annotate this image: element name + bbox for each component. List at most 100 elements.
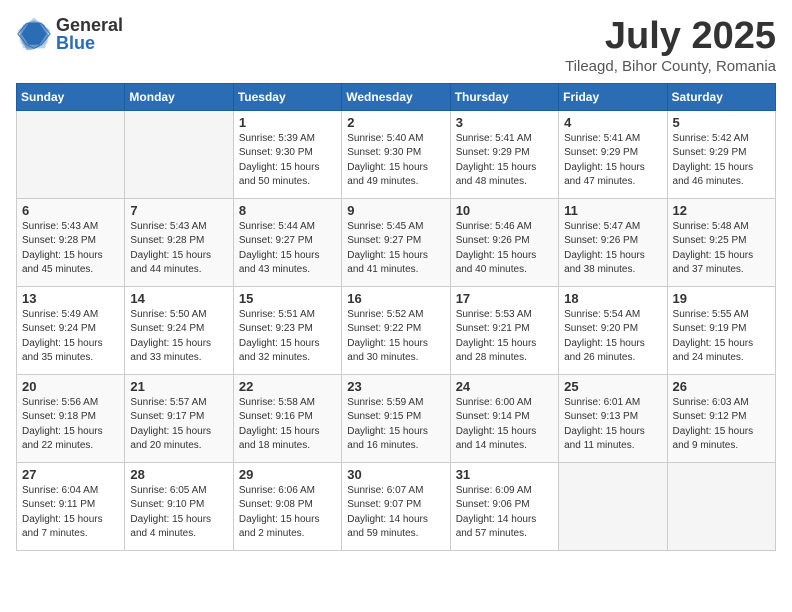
day-info: Sunrise: 5:53 AM Sunset: 9:21 PM Dayligh… <box>456 308 553 366</box>
day-number: 24 <box>456 379 553 394</box>
day-cell: 8 Sunrise: 5:44 AM Sunset: 9:27 PM Daylig… <box>233 198 341 286</box>
week-row-5: 27Sunrise: 6:04 AM Sunset: 9:11 PM Dayli… <box>17 462 776 550</box>
day-info: Sunrise: 5:49 AM Sunset: 9:24 PM Dayligh… <box>22 308 119 366</box>
day-number: 18 <box>564 291 661 306</box>
day-info: Sunrise: 5:42 AM Sunset: 9:29 PM Dayligh… <box>673 132 770 190</box>
day-cell: 19 Sunrise: 5:55 AM Sunset: 9:19 PM Dayli… <box>667 286 775 374</box>
header-row: SundayMondayTuesdayWednesdayThursdayFrid… <box>17 83 776 110</box>
day-cell: 31 Sunrise: 6:09 AM Sunset: 9:06 PM Dayli… <box>450 462 558 550</box>
day-info: Sunrise: 5:55 AM Sunset: 9:19 PM Dayligh… <box>673 308 770 366</box>
day-info: Sunrise: 6:07 AM Sunset: 9:07 PM Dayligh… <box>347 484 444 542</box>
day-info: Sunrise: 5:40 AM Sunset: 9:30 PM Dayligh… <box>347 132 444 190</box>
day-number: 26 <box>673 379 770 394</box>
col-header-saturday: Saturday <box>667 83 775 110</box>
day-info: Sunrise: 6:04 AM Sunset: 9:11 PM Dayligh… <box>22 484 119 542</box>
day-cell: 10Sunrise: 5:46 AM Sunset: 9:26 PM Dayli… <box>450 198 558 286</box>
day-info: Sunrise: 5:58 AM Sunset: 9:16 PM Dayligh… <box>239 396 336 454</box>
day-number: 20 <box>22 379 119 394</box>
day-info: Sunrise: 5:50 AM Sunset: 9:24 PM Dayligh… <box>130 308 227 366</box>
day-cell: 16Sunrise: 5:52 AM Sunset: 9:22 PM Dayli… <box>342 286 450 374</box>
day-cell: 6 Sunrise: 5:43 AM Sunset: 9:28 PM Daylig… <box>17 198 125 286</box>
day-info: Sunrise: 5:41 AM Sunset: 9:29 PM Dayligh… <box>564 132 661 190</box>
day-number: 4 <box>564 115 661 130</box>
title-block: July 2025 Tileagd, Bihor County, Romania <box>565 16 776 75</box>
day-info: Sunrise: 5:44 AM Sunset: 9:27 PM Dayligh… <box>239 220 336 278</box>
day-cell: 23 Sunrise: 5:59 AM Sunset: 9:15 PM Dayli… <box>342 374 450 462</box>
day-info: Sunrise: 5:54 AM Sunset: 9:20 PM Dayligh… <box>564 308 661 366</box>
day-number: 28 <box>130 467 227 482</box>
day-cell: 26 Sunrise: 6:03 AM Sunset: 9:12 PM Dayli… <box>667 374 775 462</box>
day-number: 13 <box>22 291 119 306</box>
day-number: 6 <box>22 203 119 218</box>
day-number: 22 <box>239 379 336 394</box>
day-info: Sunrise: 5:52 AM Sunset: 9:22 PM Dayligh… <box>347 308 444 366</box>
day-number: 14 <box>130 291 227 306</box>
day-number: 12 <box>673 203 770 218</box>
day-info: Sunrise: 6:01 AM Sunset: 9:13 PM Dayligh… <box>564 396 661 454</box>
col-header-sunday: Sunday <box>17 83 125 110</box>
day-cell: 1Sunrise: 5:39 AM Sunset: 9:30 PM Daylig… <box>233 110 341 198</box>
day-info: Sunrise: 6:06 AM Sunset: 9:08 PM Dayligh… <box>239 484 336 542</box>
day-info: Sunrise: 5:46 AM Sunset: 9:26 PM Dayligh… <box>456 220 553 278</box>
day-number: 31 <box>456 467 553 482</box>
logo-blue: Blue <box>56 34 123 52</box>
logo-text: General Blue <box>56 16 123 52</box>
day-number: 17 <box>456 291 553 306</box>
day-info: Sunrise: 5:47 AM Sunset: 9:26 PM Dayligh… <box>564 220 661 278</box>
day-info: Sunrise: 6:05 AM Sunset: 9:10 PM Dayligh… <box>130 484 227 542</box>
day-number: 8 <box>239 203 336 218</box>
day-cell: 13 Sunrise: 5:49 AM Sunset: 9:24 PM Dayli… <box>17 286 125 374</box>
day-number: 3 <box>456 115 553 130</box>
day-info: Sunrise: 5:51 AM Sunset: 9:23 PM Dayligh… <box>239 308 336 366</box>
day-number: 2 <box>347 115 444 130</box>
week-row-3: 13 Sunrise: 5:49 AM Sunset: 9:24 PM Dayli… <box>17 286 776 374</box>
day-info: Sunrise: 5:48 AM Sunset: 9:25 PM Dayligh… <box>673 220 770 278</box>
day-cell <box>559 462 667 550</box>
day-cell: 28 Sunrise: 6:05 AM Sunset: 9:10 PM Dayli… <box>125 462 233 550</box>
logo-icon <box>16 16 52 52</box>
col-header-thursday: Thursday <box>450 83 558 110</box>
day-cell: 27Sunrise: 6:04 AM Sunset: 9:11 PM Dayli… <box>17 462 125 550</box>
day-cell: 25 Sunrise: 6:01 AM Sunset: 9:13 PM Dayli… <box>559 374 667 462</box>
day-info: Sunrise: 5:57 AM Sunset: 9:17 PM Dayligh… <box>130 396 227 454</box>
day-info: Sunrise: 6:09 AM Sunset: 9:06 PM Dayligh… <box>456 484 553 542</box>
calendar-table: SundayMondayTuesdayWednesdayThursdayFrid… <box>16 83 776 551</box>
day-cell: 9 Sunrise: 5:45 AM Sunset: 9:27 PM Daylig… <box>342 198 450 286</box>
day-cell <box>667 462 775 550</box>
day-cell: 21Sunrise: 5:57 AM Sunset: 9:17 PM Dayli… <box>125 374 233 462</box>
day-number: 23 <box>347 379 444 394</box>
day-cell: 14 Sunrise: 5:50 AM Sunset: 9:24 PM Dayli… <box>125 286 233 374</box>
page-header: General Blue July 2025 Tileagd, Bihor Co… <box>16 16 776 75</box>
day-info: Sunrise: 5:43 AM Sunset: 9:28 PM Dayligh… <box>22 220 119 278</box>
day-number: 30 <box>347 467 444 482</box>
day-number: 25 <box>564 379 661 394</box>
day-cell: 17 Sunrise: 5:53 AM Sunset: 9:21 PM Dayli… <box>450 286 558 374</box>
day-info: Sunrise: 5:45 AM Sunset: 9:27 PM Dayligh… <box>347 220 444 278</box>
day-cell: 29 Sunrise: 6:06 AM Sunset: 9:08 PM Dayli… <box>233 462 341 550</box>
day-number: 9 <box>347 203 444 218</box>
day-info: Sunrise: 5:39 AM Sunset: 9:30 PM Dayligh… <box>239 132 336 190</box>
location-subtitle: Tileagd, Bihor County, Romania <box>565 58 776 75</box>
day-cell: 15 Sunrise: 5:51 AM Sunset: 9:23 PM Dayli… <box>233 286 341 374</box>
day-number: 7 <box>130 203 227 218</box>
day-number: 5 <box>673 115 770 130</box>
day-cell <box>125 110 233 198</box>
day-number: 15 <box>239 291 336 306</box>
week-row-4: 20 Sunrise: 5:56 AM Sunset: 9:18 PM Dayli… <box>17 374 776 462</box>
day-cell: 20 Sunrise: 5:56 AM Sunset: 9:18 PM Dayli… <box>17 374 125 462</box>
logo-general: General <box>56 16 123 34</box>
day-cell: 30 Sunrise: 6:07 AM Sunset: 9:07 PM Dayli… <box>342 462 450 550</box>
day-cell: 22 Sunrise: 5:58 AM Sunset: 9:16 PM Dayli… <box>233 374 341 462</box>
week-row-2: 6 Sunrise: 5:43 AM Sunset: 9:28 PM Daylig… <box>17 198 776 286</box>
day-info: Sunrise: 5:56 AM Sunset: 9:18 PM Dayligh… <box>22 396 119 454</box>
day-number: 19 <box>673 291 770 306</box>
day-number: 29 <box>239 467 336 482</box>
col-header-monday: Monday <box>125 83 233 110</box>
day-info: Sunrise: 5:59 AM Sunset: 9:15 PM Dayligh… <box>347 396 444 454</box>
col-header-friday: Friday <box>559 83 667 110</box>
day-cell: 24Sunrise: 6:00 AM Sunset: 9:14 PM Dayli… <box>450 374 558 462</box>
day-cell: 2 Sunrise: 5:40 AM Sunset: 9:30 PM Daylig… <box>342 110 450 198</box>
col-header-tuesday: Tuesday <box>233 83 341 110</box>
day-info: Sunrise: 5:41 AM Sunset: 9:29 PM Dayligh… <box>456 132 553 190</box>
day-info: Sunrise: 6:03 AM Sunset: 9:12 PM Dayligh… <box>673 396 770 454</box>
